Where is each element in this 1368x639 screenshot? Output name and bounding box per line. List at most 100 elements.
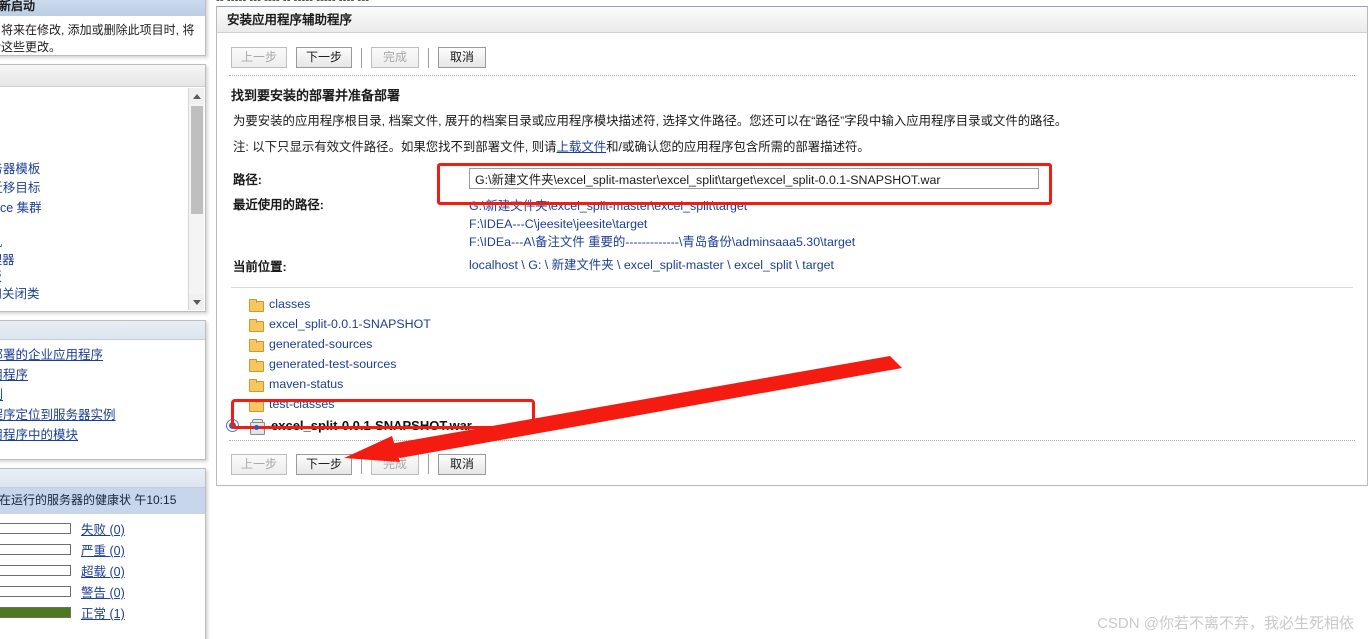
how-to-link[interactable]: 企业应用程序 [0, 365, 197, 385]
path-input[interactable] [469, 168, 1039, 189]
tree-item-label: 工作管理器 [0, 252, 15, 267]
domain-structure-panel: omain境服务器集群┌--服务器模板└--可迁移目标Coherence 集群计… [0, 64, 206, 312]
file-item-label: excel_split-0.0.1-SNAPSHOT [269, 317, 431, 331]
tree-item[interactable]: omain [0, 92, 187, 109]
how-to-panel: 题 和停止部署的企业应用程序企业应用程序部署计划业应用程序定位到服务器实例企业应… [0, 320, 206, 460]
tree-item[interactable]: 境 [0, 109, 187, 126]
file-list-item[interactable]: maven-status [249, 374, 1367, 394]
folder-icon [249, 298, 264, 312]
folder-icon [249, 398, 264, 412]
tree-item[interactable]: 计算机 [0, 217, 187, 234]
assistant-title: 安装应用程序辅助程序 [217, 7, 1367, 33]
how-to-panel-title: 题 [0, 321, 205, 340]
screenshot-root: ▪▪ ▪▪▪▪▪ ▪▪▪ ▪▪▪▪ ▪▪ ▪▪▪▪▪ ▪▪▪▪▪ ▪▪▪▪ ▪▪… [0, 0, 1368, 639]
tree-item-label: 启动类和关闭类 [0, 287, 40, 302]
csdn-watermark: CSDN @你若不离不弃，我必生死相依 [1097, 615, 1354, 632]
scrollbar-thumb[interactable] [191, 106, 203, 214]
health-bar-track [0, 523, 71, 534]
next-button-bottom[interactable]: 下一步 [296, 453, 353, 475]
finish-button-top[interactable]: 完成 [371, 47, 420, 68]
file-item-label: maven-status [269, 377, 344, 391]
finish-button-bottom[interactable]: 完成 [371, 453, 420, 475]
domain-tree-items: omain境服务器集群┌--服务器模板└--可迁移目标Coherence 集群计… [0, 88, 187, 310]
current-location-label: 当前位置: [233, 260, 287, 274]
health-bar-row: 警告 (0) [0, 581, 205, 602]
health-bars-list: 失败 (0) 严重 (0) 超载 (0) 警告 (0) 正常 (1) [0, 514, 205, 623]
install-application-assistant-panel: 安装应用程序辅助程序 上一步 下一步 完成 取消 找到要安装的部署并准备部署 为… [216, 6, 1368, 486]
note-text-post: 和/或确认您的应用程序包含所需的部署描述符。 [606, 140, 870, 154]
domain-tree-header [0, 65, 205, 87]
how-to-link-list: 和停止部署的企业应用程序企业应用程序部署计划业应用程序定位到服务器实例企业应用程… [0, 340, 205, 451]
tree-item-label: 服务器模板 [0, 162, 41, 177]
tree-item[interactable]: 并发模板 [0, 269, 187, 286]
domain-tree-body: omain境服务器集群┌--服务器模板└--可迁移目标Coherence 集群计… [0, 88, 204, 310]
tree-item[interactable]: 工作管理器 [0, 252, 187, 269]
health-bar-label[interactable]: 失败 (0) [81, 519, 125, 538]
instruction-paragraph-1: 为要安装的应用程序根目录, 档案文件, 展开的档案目录或应用程序模块描述符, 选… [233, 114, 1068, 128]
health-bar-label[interactable]: 超载 (0) [81, 561, 125, 580]
how-to-link[interactable]: 和停止部署的企业应用程序 [0, 345, 197, 365]
file-radio-button[interactable] [226, 419, 239, 432]
health-bar-track [0, 586, 71, 597]
changes-panel-title: 更改和重新启动 [0, 0, 205, 16]
tree-item[interactable]: 署 [0, 304, 187, 310]
current-location-breadcrumb[interactable]: localhost \ G: \ 新建文件夹 \ excel_split-mas… [469, 255, 834, 274]
upload-file-link[interactable]: 上载文件 [557, 140, 607, 154]
tree-item[interactable]: 启动类和关闭类 [0, 286, 187, 303]
cancel-button-top[interactable]: 取消 [438, 47, 487, 68]
back-button-bottom[interactable]: 上一步 [231, 453, 288, 475]
health-bar-row: 失败 (0) [0, 518, 205, 539]
note-text-pre: 注: 以下只显示有效文件路径。如果您找不到部署文件, 则请 [233, 140, 557, 154]
file-list-item[interactable]: test-classes [249, 394, 1367, 414]
health-bar-track [0, 565, 71, 576]
tree-item[interactable]: ┌--服务器模板 [0, 161, 187, 180]
recent-path-item[interactable]: F:\IDEA---C\jeesite\jeesite\target [469, 215, 855, 233]
scroll-up-arrow-icon[interactable] [189, 88, 204, 104]
file-list-item[interactable]: generated-test-sources [249, 354, 1367, 374]
file-item-label: generated-sources [269, 337, 373, 351]
folder-icon [249, 378, 264, 392]
health-bar-label[interactable]: 严重 (0) [81, 540, 125, 559]
file-list-item[interactable]: excel_split-0.0.1-SNAPSHOT [249, 314, 1367, 334]
recent-paths-label: 最近使用的路径: [233, 198, 324, 212]
folder-icon [249, 358, 264, 372]
folder-icon [249, 338, 264, 352]
selected-file-row[interactable]: excel_split-0.0.1-SNAPSHOT.war [217, 415, 1367, 436]
health-bar-label[interactable]: 警告 (0) [81, 582, 125, 601]
cancel-button-bottom[interactable]: 取消 [438, 453, 487, 475]
how-to-link[interactable]: 企业应用程序中的模块 [0, 425, 197, 445]
folder-icon [249, 318, 264, 332]
tree-item[interactable]: 虚拟主机 [0, 234, 187, 251]
file-list-item[interactable]: generated-sources [249, 334, 1367, 354]
tree-item[interactable]: 服务器 [0, 127, 187, 144]
toolbar-separator [361, 47, 363, 68]
tree-item[interactable]: 集群 [0, 144, 187, 161]
back-button-top[interactable]: 上一步 [231, 47, 288, 68]
file-item-label: generated-test-sources [269, 357, 397, 371]
tree-item-label: 并发模板 [0, 270, 2, 284]
next-button-top[interactable]: 下一步 [296, 47, 353, 68]
system-status-note: 下时间正在运行的服务器的健康状 午10:15 [0, 488, 205, 514]
selected-file-name: excel_split-0.0.1-SNAPSHOT.war [271, 418, 472, 433]
domain-tree-scrollbar[interactable] [188, 88, 204, 310]
file-browser-list: classes excel_split-0.0.1-SNAPSHOTgenerat… [217, 288, 1367, 414]
health-bar-label[interactable]: 正常 (1) [81, 603, 125, 622]
tree-item-label: Coherence 集群 [0, 200, 42, 215]
toolbar-separator [428, 47, 430, 68]
file-list-item[interactable]: classes [249, 294, 1367, 314]
health-bar-track [0, 607, 71, 618]
instruction-paragraph-2: 注: 以下只显示有效文件路径。如果您找不到部署文件, 则请上载文件和/或确认您的… [217, 130, 1367, 156]
recent-path-item[interactable]: G:\新建文件夹\excel_split-master\excel_split\… [469, 197, 855, 215]
health-bar-track [0, 544, 71, 555]
path-form: 路径: 最近使用的路径: G:\新建文件夹\excel_split-master… [217, 168, 1367, 275]
section-heading: 找到要安装的部署并准备部署 [231, 88, 401, 103]
tree-item[interactable]: └--可迁移目标 [0, 180, 187, 199]
how-to-link[interactable]: 业应用程序定位到服务器实例 [0, 405, 197, 425]
toolbar-separator [361, 454, 363, 474]
how-to-link[interactable]: 部署计划 [0, 385, 197, 405]
recent-path-item[interactable]: F:\IDEa---A\备注文件 重要的-------------\青岛备份\a… [469, 233, 855, 251]
recent-paths-list: G:\新建文件夹\excel_split-master\excel_split\… [469, 193, 855, 251]
tree-item[interactable]: Coherence 集群 [0, 200, 187, 217]
scroll-down-arrow-icon[interactable] [189, 294, 204, 310]
assistant-toolbar-top: 上一步 下一步 完成 取消 [217, 33, 1367, 73]
